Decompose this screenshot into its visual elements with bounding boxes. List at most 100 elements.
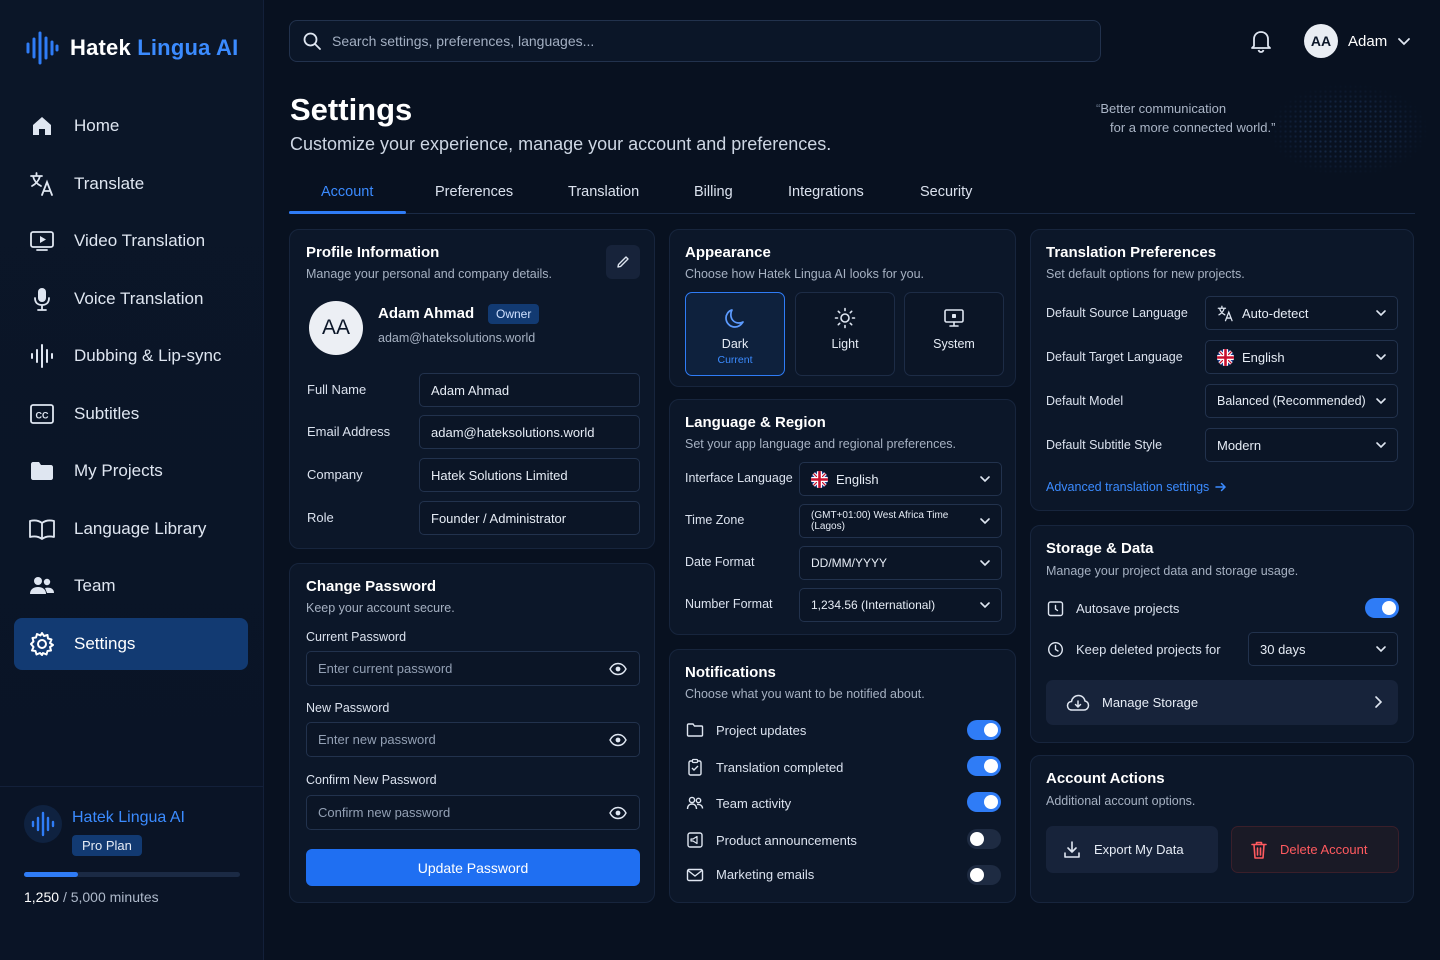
- select-value: 1,234.56 (International): [811, 598, 936, 612]
- theme-label: System: [933, 337, 975, 351]
- tab-billing[interactable]: Billing: [694, 184, 733, 200]
- export-data-button[interactable]: Export My Data: [1046, 826, 1218, 873]
- sidebar: Hatek Lingua AI Home Translate Video Tra…: [0, 0, 264, 960]
- team-activity-toggle[interactable]: [967, 792, 1001, 812]
- user-menu[interactable]: AA Adam: [1304, 24, 1411, 58]
- update-password-button[interactable]: Update Password: [306, 849, 640, 886]
- sidebar-item-voice-translation[interactable]: Voice Translation: [14, 273, 248, 325]
- keep-deleted-select[interactable]: 30 days: [1248, 632, 1398, 666]
- search-bar[interactable]: [289, 20, 1101, 62]
- date-format-select[interactable]: DD/MM/YYYY: [799, 546, 1002, 580]
- eye-icon[interactable]: [609, 733, 627, 747]
- sun-icon: [834, 307, 856, 329]
- sidebar-item-translate[interactable]: Translate: [14, 158, 248, 210]
- search-input[interactable]: [332, 33, 1032, 49]
- sidebar-item-subtitles[interactable]: CC Subtitles: [14, 388, 248, 440]
- chevron-down-icon: [1375, 351, 1387, 363]
- sidebar-item-settings[interactable]: Settings: [14, 617, 248, 670]
- sidebar-item-language-library[interactable]: Language Library: [14, 503, 248, 555]
- translation-completed-toggle[interactable]: [967, 756, 1001, 776]
- company-field[interactable]: Hatek Solutions Limited: [419, 458, 640, 492]
- placeholder-text: Confirm new password: [318, 805, 451, 820]
- theme-option-dark[interactable]: Dark Current: [685, 292, 785, 376]
- eye-icon[interactable]: [609, 662, 627, 676]
- translate-icon: [28, 170, 56, 198]
- home-icon: [28, 112, 56, 140]
- sidebar-nav: Home Translate Video Translation Voice T…: [14, 100, 248, 675]
- number-format-select[interactable]: 1,234.56 (International): [799, 588, 1002, 622]
- product-announcements-toggle[interactable]: [967, 829, 1001, 849]
- theme-option-light[interactable]: Light: [795, 292, 895, 376]
- default-target-language-select[interactable]: English: [1205, 340, 1398, 374]
- card-title: Profile Information: [306, 244, 440, 261]
- card-title: Notifications: [685, 664, 776, 681]
- interface-language-select[interactable]: English: [799, 462, 1002, 496]
- chevron-down-icon: [1375, 395, 1387, 407]
- field-label: Email Address: [307, 424, 391, 439]
- current-password-field[interactable]: Enter current password: [306, 651, 640, 686]
- cloud-icon: [1066, 694, 1090, 712]
- plan-widget: Hatek Lingua AI Pro Plan 1,250 / 5,000 m…: [24, 805, 240, 905]
- card-title: Change Password: [306, 578, 437, 595]
- tab-account[interactable]: Account: [321, 184, 373, 200]
- export-label: Export My Data: [1094, 842, 1184, 857]
- sidebar-item-home[interactable]: Home: [14, 100, 248, 152]
- sidebar-item-dubbing[interactable]: Dubbing & Lip-sync: [14, 330, 248, 382]
- theme-label: Dark: [721, 337, 749, 351]
- tab-integrations[interactable]: Integrations: [788, 184, 864, 200]
- select-value: Balanced (Recommended): [1217, 394, 1366, 408]
- sidebar-item-team[interactable]: Team: [14, 560, 248, 612]
- tab-translation[interactable]: Translation: [568, 184, 639, 200]
- select-value: Modern: [1217, 437, 1262, 453]
- new-password-field[interactable]: Enter new password: [306, 722, 640, 757]
- chevron-down-icon: [1375, 439, 1387, 451]
- advanced-translation-settings-link[interactable]: Advanced translation settings: [1046, 480, 1227, 494]
- default-model-select[interactable]: Balanced (Recommended): [1205, 384, 1398, 418]
- role-field[interactable]: Founder / Administrator: [419, 501, 640, 535]
- chevron-down-icon: [1397, 34, 1411, 48]
- sidebar-item-my-projects[interactable]: My Projects: [14, 445, 248, 497]
- default-subtitle-style-select[interactable]: Modern: [1205, 428, 1398, 462]
- email-field[interactable]: adam@hateksolutions.world: [419, 415, 640, 449]
- plan-badge: Pro Plan: [72, 835, 142, 856]
- eye-icon[interactable]: [609, 806, 627, 820]
- manage-storage-button[interactable]: Manage Storage: [1046, 680, 1398, 725]
- uk-flag-icon: [1217, 348, 1234, 366]
- notification-row: Team activity: [686, 795, 791, 811]
- delete-label: Delete Account: [1280, 842, 1368, 857]
- delete-account-button[interactable]: Delete Account: [1231, 826, 1399, 873]
- card-subtitle: Keep your account secure.: [306, 601, 455, 615]
- card-subtitle: Additional account options.: [1046, 794, 1196, 808]
- edit-profile-button[interactable]: [606, 245, 640, 279]
- plan-product-name: Hatek Lingua AI: [72, 809, 185, 826]
- time-zone-select[interactable]: (GMT+01:00) West Africa Time (Lagos): [799, 504, 1002, 538]
- theme-current-caption: Current: [717, 354, 753, 366]
- confirm-password-field[interactable]: Confirm new password: [306, 795, 640, 830]
- tab-security[interactable]: Security: [920, 184, 972, 200]
- default-source-language-select[interactable]: Auto-detect: [1205, 296, 1398, 330]
- brand-logo[interactable]: Hatek Lingua AI: [24, 30, 238, 66]
- notifications-card: Notifications Choose what you want to be…: [669, 649, 1016, 903]
- divider: [0, 786, 264, 787]
- sidebar-item-video-translation[interactable]: Video Translation: [14, 215, 248, 267]
- notification-label: Translation completed: [716, 759, 844, 775]
- project-updates-toggle[interactable]: [967, 720, 1001, 740]
- field-label: Default Subtitle Style: [1046, 438, 1163, 452]
- card-subtitle: Set default options for new projects.: [1046, 267, 1245, 281]
- account-actions-card: Account Actions Additional account optio…: [1030, 755, 1414, 903]
- autosave-toggle[interactable]: [1365, 598, 1399, 618]
- translate-icon: [1217, 305, 1234, 322]
- sidebar-item-label: Subtitles: [74, 403, 140, 423]
- language-region-card: Language & Region Set your app language …: [669, 399, 1016, 635]
- clock-save-icon: [1047, 600, 1064, 617]
- chevron-down-icon: [979, 515, 991, 527]
- select-value: 30 days: [1260, 641, 1306, 657]
- notifications-button[interactable]: [1248, 28, 1274, 54]
- full-name-field[interactable]: Adam Ahmad: [419, 373, 640, 407]
- theme-option-system[interactable]: System: [904, 292, 1004, 376]
- bell-icon: [1248, 28, 1274, 54]
- card-title: Storage & Data: [1046, 540, 1154, 557]
- card-title: Translation Preferences: [1046, 244, 1217, 261]
- marketing-emails-toggle[interactable]: [967, 865, 1001, 885]
- tab-preferences[interactable]: Preferences: [435, 184, 513, 200]
